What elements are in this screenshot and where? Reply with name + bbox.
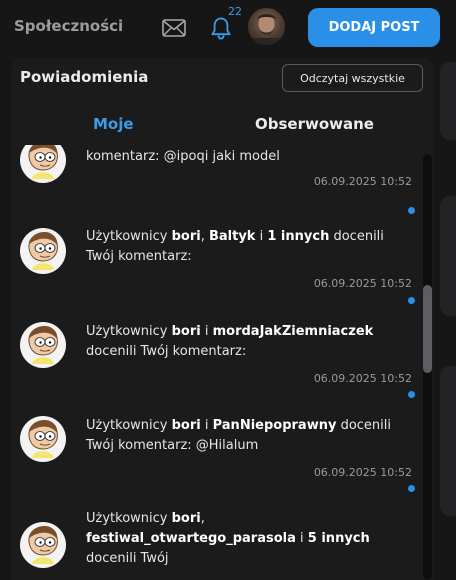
notification-username[interactable]: bori — [172, 418, 201, 433]
notification-list[interactable]: komentarz: @ipoqi jaki model 06.09.2025 1… — [11, 145, 434, 580]
notification-text-part: komentarz: @ipoqi jaki model — [86, 149, 280, 164]
notification-username[interactable]: bori — [172, 511, 201, 526]
notification-text: Użytkownicy bori, festiwal_otwartego_par… — [86, 509, 416, 569]
background-card — [440, 366, 456, 516]
add-post-button[interactable]: DODAJ POST — [308, 8, 440, 47]
user-avatar[interactable] — [248, 8, 285, 45]
notification-text-part: docenili Twój komentarz: — [86, 344, 247, 359]
panel-title: Powiadomienia — [20, 68, 149, 86]
notification-text-part: Użytkownicy — [86, 324, 172, 339]
notification-text: komentarz: @ipoqi jaki model — [86, 147, 416, 167]
notification-username[interactable]: bori — [172, 324, 201, 339]
scrollbar[interactable] — [423, 154, 432, 580]
notification-avatar — [20, 322, 66, 368]
notification-count-badge: 22 — [228, 5, 242, 18]
notification-username[interactable]: 5 innych — [308, 531, 370, 546]
unread-indicator — [408, 297, 415, 304]
top-bar: Społeczności 22 DODAJ POST — [0, 0, 456, 56]
notification-avatar — [20, 228, 66, 274]
notification-text-part: , — [200, 511, 205, 526]
communities-link[interactable]: Społeczności — [14, 17, 123, 35]
notification-timestamp: 06.09.2025 10:52 — [313, 277, 412, 290]
notification-avatar — [20, 145, 66, 183]
notification-username[interactable]: PanNiepoprawny — [213, 418, 337, 433]
notification-text-part: i — [255, 229, 268, 244]
tab-observed[interactable]: Obserwowane — [255, 115, 374, 133]
notification-text-part: Użytkownicy — [86, 511, 172, 526]
notification-username[interactable]: festiwal_otwartego_parasola — [86, 531, 296, 546]
notification-text-part: Użytkownicy — [86, 418, 172, 433]
notification-username[interactable]: mordaJakZiemniaczek — [213, 324, 374, 339]
background-card — [440, 196, 456, 316]
notification-text-part: Użytkownicy — [86, 229, 172, 244]
scrollbar-thumb[interactable] — [423, 285, 432, 373]
background-card — [440, 62, 456, 140]
notification-text-part: docenili Twój — [86, 551, 169, 566]
notification-timestamp: 06.09.2025 10:52 — [313, 372, 412, 385]
notification-timestamp: 06.09.2025 10:52 — [313, 466, 412, 479]
notification-avatar — [20, 522, 66, 568]
notification-username[interactable]: bori — [172, 229, 201, 244]
notification-text: Użytkownicy bori i PanNiepoprawny doceni… — [86, 416, 416, 456]
notification-avatar — [20, 416, 66, 462]
notification-text: Użytkownicy bori i mordaJakZiemniaczek d… — [86, 322, 416, 362]
tab-mine[interactable]: Moje — [93, 115, 134, 133]
notification-username[interactable]: Baltyk — [209, 229, 255, 244]
unread-indicator — [408, 207, 415, 214]
notification-text-part: i — [200, 324, 213, 339]
mail-icon[interactable] — [162, 19, 186, 37]
notification-text-part: , — [200, 229, 209, 244]
notification-text: Użytkownicy bori, Baltyk i 1 innych doce… — [86, 227, 416, 267]
notification-item[interactable]: Użytkownicy bori i mordaJakZiemniaczek d… — [11, 313, 421, 407]
read-all-button[interactable]: Odczytaj wszystkie — [282, 64, 423, 92]
notification-item[interactable]: Użytkownicy bori, Baltyk i 1 innych doce… — [11, 219, 421, 313]
notifications-panel: Powiadomienia Odczytaj wszystkie Moje Ob… — [11, 58, 434, 580]
notification-timestamp: 06.09.2025 10:52 — [313, 175, 412, 188]
unread-indicator — [408, 391, 415, 398]
notification-text-part: i — [200, 418, 213, 433]
unread-indicator — [408, 485, 415, 492]
notification-item[interactable]: Użytkownicy bori i PanNiepoprawny doceni… — [11, 407, 421, 501]
notification-item[interactable]: Użytkownicy bori, festiwal_otwartego_par… — [11, 501, 421, 580]
bell-icon[interactable] — [210, 16, 232, 40]
notification-username[interactable]: 1 innych — [267, 229, 329, 244]
notification-text-part: i — [295, 531, 308, 546]
